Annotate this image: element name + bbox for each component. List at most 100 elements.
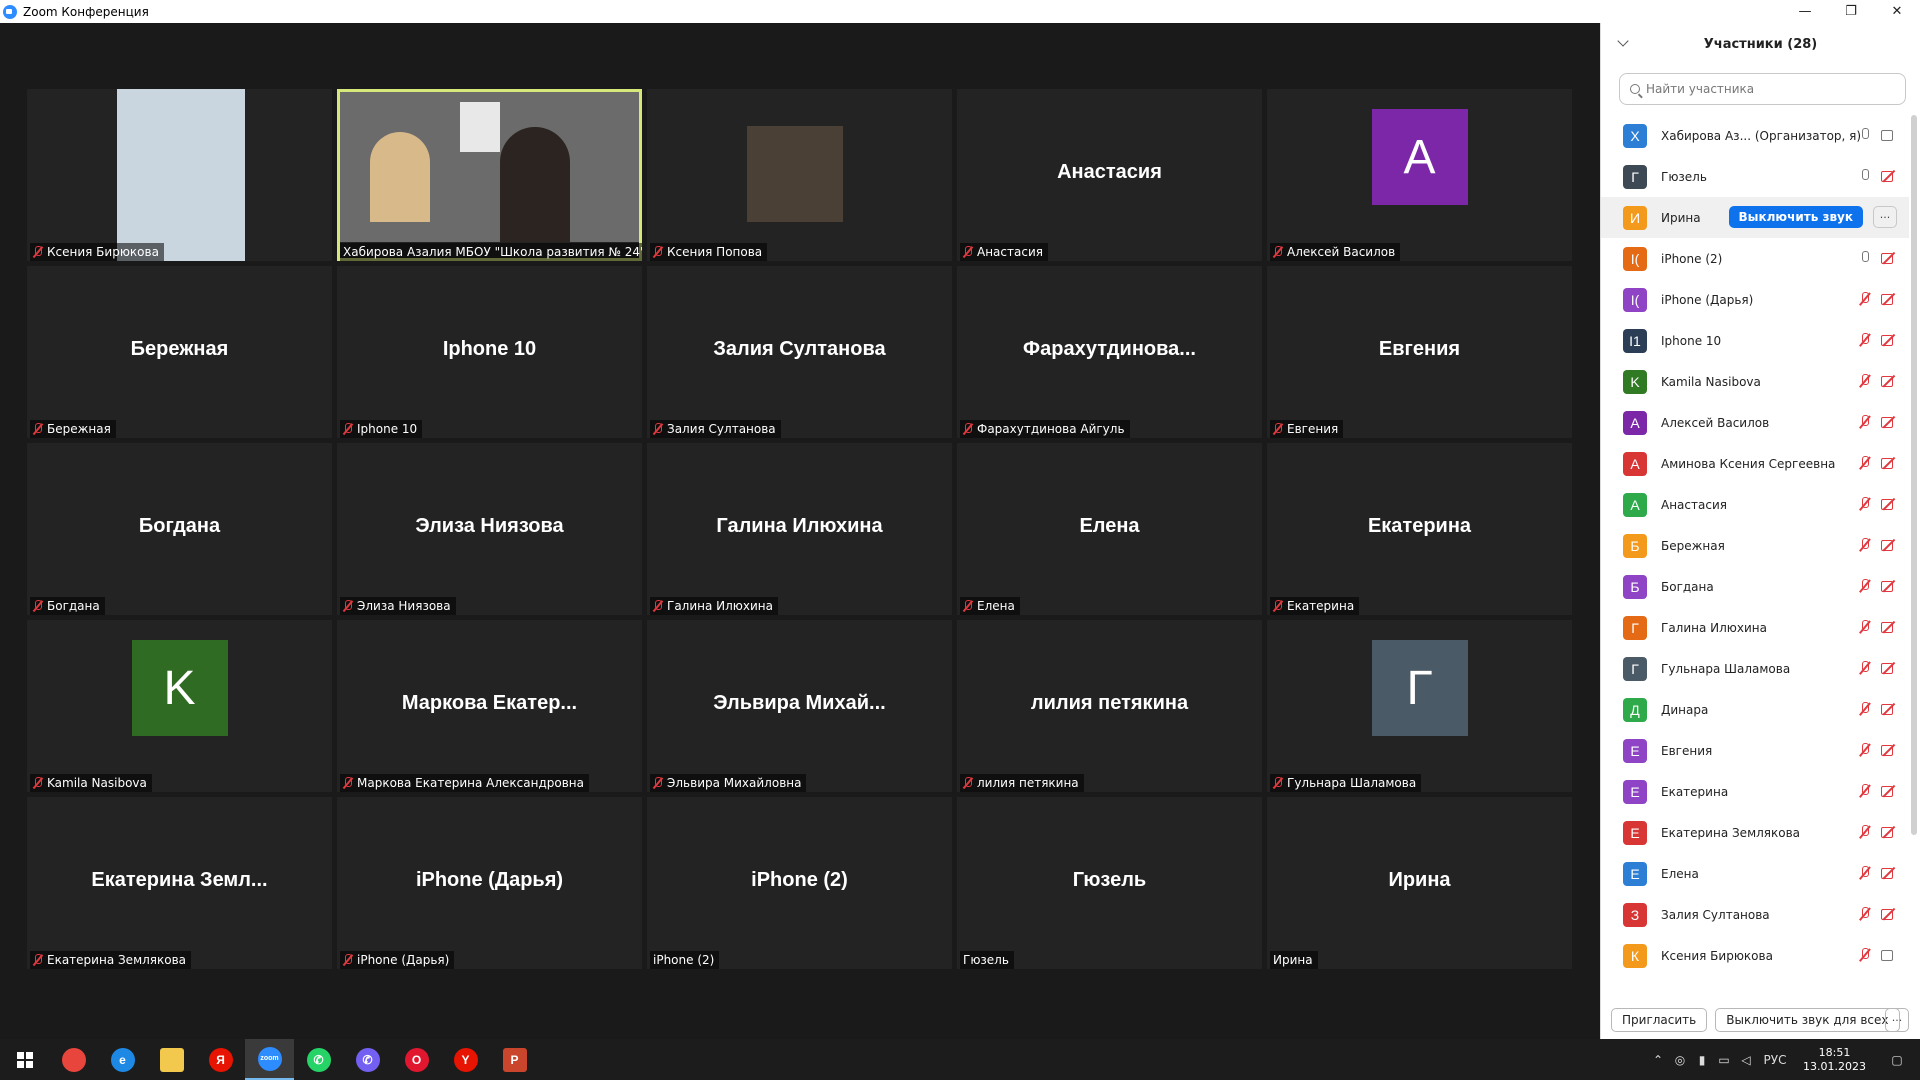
- participant-row[interactable]: I(iPhone (2): [1601, 238, 1909, 279]
- video-tile[interactable]: Фарахутдинова... Фарахутдинова Айгуль: [957, 266, 1262, 438]
- video-off-icon[interactable]: [1881, 785, 1897, 797]
- mic-muted-icon[interactable]: [1859, 866, 1871, 880]
- video-tile[interactable]: Ксения Попова: [647, 89, 952, 261]
- video-tile[interactable]: Хабирова Азалия МБОУ "Школа развития № 2…: [337, 89, 642, 261]
- mic-muted-icon[interactable]: [1859, 292, 1871, 306]
- invite-button[interactable]: Пригласить: [1611, 1008, 1708, 1032]
- participant-row[interactable]: Б Богдана: [1601, 566, 1909, 607]
- video-off-icon[interactable]: [1881, 908, 1897, 920]
- network-icon[interactable]: ▭: [1713, 1053, 1735, 1067]
- video-off-icon[interactable]: [1881, 539, 1897, 551]
- video-tile[interactable]: iPhone (Дарья) iPhone (Дарья): [337, 797, 642, 969]
- mic-muted-icon[interactable]: [1859, 702, 1871, 716]
- taskbar-app[interactable]: ✆: [343, 1039, 392, 1080]
- taskbar-app[interactable]: e: [98, 1039, 147, 1080]
- video-off-icon[interactable]: [1881, 867, 1897, 879]
- taskbar-app[interactable]: ✆: [294, 1039, 343, 1080]
- mic-muted-icon[interactable]: [1859, 497, 1871, 511]
- video-off-icon[interactable]: [1881, 334, 1897, 346]
- video-tile[interactable]: Екатерина Екатерина: [1267, 443, 1572, 615]
- taskbar-app[interactable]: zoom: [245, 1039, 294, 1080]
- video-off-icon[interactable]: [1881, 744, 1897, 756]
- participant-row[interactable]: Д Динара: [1601, 689, 1909, 730]
- participant-search-input[interactable]: Найти участника: [1619, 73, 1906, 105]
- mic-icon[interactable]: [1859, 251, 1871, 265]
- webcam-icon[interactable]: ◎: [1669, 1053, 1691, 1067]
- participant-row[interactable]: Б Бережная: [1601, 525, 1909, 566]
- video-off-icon[interactable]: [1881, 170, 1897, 182]
- mic-muted-icon[interactable]: [1859, 661, 1871, 675]
- video-tile[interactable]: Маркова Екатер... Маркова Екатерина Алекс…: [337, 620, 642, 792]
- video-tile[interactable]: Евгения Евгения: [1267, 266, 1572, 438]
- participant-row[interactable]: А Анастасия: [1601, 484, 1909, 525]
- clock[interactable]: 18:51 13.01.2023: [1803, 1046, 1866, 1074]
- taskbar-app[interactable]: O: [392, 1039, 441, 1080]
- video-off-icon[interactable]: [1881, 293, 1897, 305]
- video-tile[interactable]: Бережная Бережная: [27, 266, 332, 438]
- video-tile[interactable]: Ирина Ирина: [1267, 797, 1572, 969]
- restore-button[interactable]: ❐: [1828, 0, 1874, 23]
- mic-muted-icon[interactable]: [1859, 333, 1871, 347]
- video-tile[interactable]: Эльвира Михай... Эльвира Михайловна: [647, 620, 952, 792]
- mute-all-button[interactable]: Выключить звук для всех: [1715, 1008, 1900, 1032]
- taskbar-app[interactable]: [49, 1039, 98, 1080]
- video-tile[interactable]: Ксения Бирюкова: [27, 89, 332, 261]
- participant-list-scrollbar[interactable]: [1911, 115, 1917, 835]
- video-tile[interactable]: А Алексей Василов: [1267, 89, 1572, 261]
- video-tile[interactable]: Iphone 10 Iphone 10: [337, 266, 642, 438]
- taskbar-app[interactable]: [147, 1039, 196, 1080]
- video-off-icon[interactable]: [1881, 498, 1897, 510]
- volume-icon[interactable]: ◁: [1735, 1053, 1757, 1067]
- video-off-icon[interactable]: [1881, 826, 1897, 838]
- taskbar-app[interactable]: Y: [441, 1039, 490, 1080]
- participant-row[interactable]: З Залия Султанова: [1601, 894, 1909, 935]
- participant-row[interactable]: Е Евгения: [1601, 730, 1909, 771]
- video-tile[interactable]: Анастасия Анастасия: [957, 89, 1262, 261]
- participant-row[interactable]: Г Гюзель: [1601, 156, 1909, 197]
- video-tile[interactable]: Г Гульнара Шаламова: [1267, 620, 1572, 792]
- mic-muted-icon[interactable]: [1859, 907, 1871, 921]
- participant-row[interactable]: К Ксения Бирюкова: [1601, 935, 1909, 976]
- video-tile[interactable]: Элиза Ниязова Элиза Ниязова: [337, 443, 642, 615]
- participant-row[interactable]: А Аминова Ксения Сергеевна: [1601, 443, 1909, 484]
- video-off-icon[interactable]: [1881, 580, 1897, 592]
- participant-row[interactable]: K Kamila Nasibova: [1601, 361, 1909, 402]
- participant-row[interactable]: Х Хабирова Аз... (Организатор, я): [1601, 115, 1909, 156]
- participant-more-button[interactable]: ···: [1873, 206, 1897, 228]
- video-tile[interactable]: Богдана Богдана: [27, 443, 332, 615]
- mic-muted-icon[interactable]: [1859, 415, 1871, 429]
- mic-muted-icon[interactable]: [1859, 456, 1871, 470]
- microphone-icon[interactable]: ▮: [1691, 1053, 1713, 1067]
- mic-muted-icon[interactable]: [1859, 538, 1871, 552]
- start-button[interactable]: [0, 1039, 49, 1080]
- taskbar-app[interactable]: P: [490, 1039, 539, 1080]
- participant-row[interactable]: Е Екатерина Землякова: [1601, 812, 1909, 853]
- video-tile[interactable]: Елена Елена: [957, 443, 1262, 615]
- notifications-icon[interactable]: ▢: [1886, 1053, 1908, 1067]
- minimize-button[interactable]: —: [1782, 0, 1828, 23]
- mic-muted-icon[interactable]: [1859, 374, 1871, 388]
- participant-row[interactable]: И Ирина Выключить звук ···: [1601, 197, 1909, 238]
- video-off-icon[interactable]: [1881, 416, 1897, 428]
- video-icon[interactable]: [1881, 129, 1897, 141]
- footer-more-button[interactable]: ···: [1885, 1008, 1909, 1032]
- mic-muted-icon[interactable]: [1859, 620, 1871, 634]
- video-tile[interactable]: iPhone (2) iPhone (2): [647, 797, 952, 969]
- language-indicator[interactable]: РУС: [1757, 1053, 1793, 1067]
- video-tile[interactable]: Гюзель Гюзель: [957, 797, 1262, 969]
- video-tile[interactable]: K Kamila Nasibova: [27, 620, 332, 792]
- mic-muted-icon[interactable]: [1859, 784, 1871, 798]
- mic-icon[interactable]: [1859, 128, 1871, 142]
- video-off-icon[interactable]: [1881, 621, 1897, 633]
- close-button[interactable]: ✕: [1874, 0, 1920, 23]
- mic-muted-icon[interactable]: [1859, 743, 1871, 757]
- participant-row[interactable]: А Алексей Василов: [1601, 402, 1909, 443]
- video-off-icon[interactable]: [1881, 252, 1897, 264]
- video-tile[interactable]: Галина Илюхина Галина Илюхина: [647, 443, 952, 615]
- video-off-icon[interactable]: [1881, 703, 1897, 715]
- mic-muted-icon[interactable]: [1859, 825, 1871, 839]
- video-off-icon[interactable]: [1881, 662, 1897, 674]
- video-tile[interactable]: Залия Султанова Залия Султанова: [647, 266, 952, 438]
- participant-row[interactable]: I(iPhone (Дарья): [1601, 279, 1909, 320]
- participant-row[interactable]: Е Екатерина: [1601, 771, 1909, 812]
